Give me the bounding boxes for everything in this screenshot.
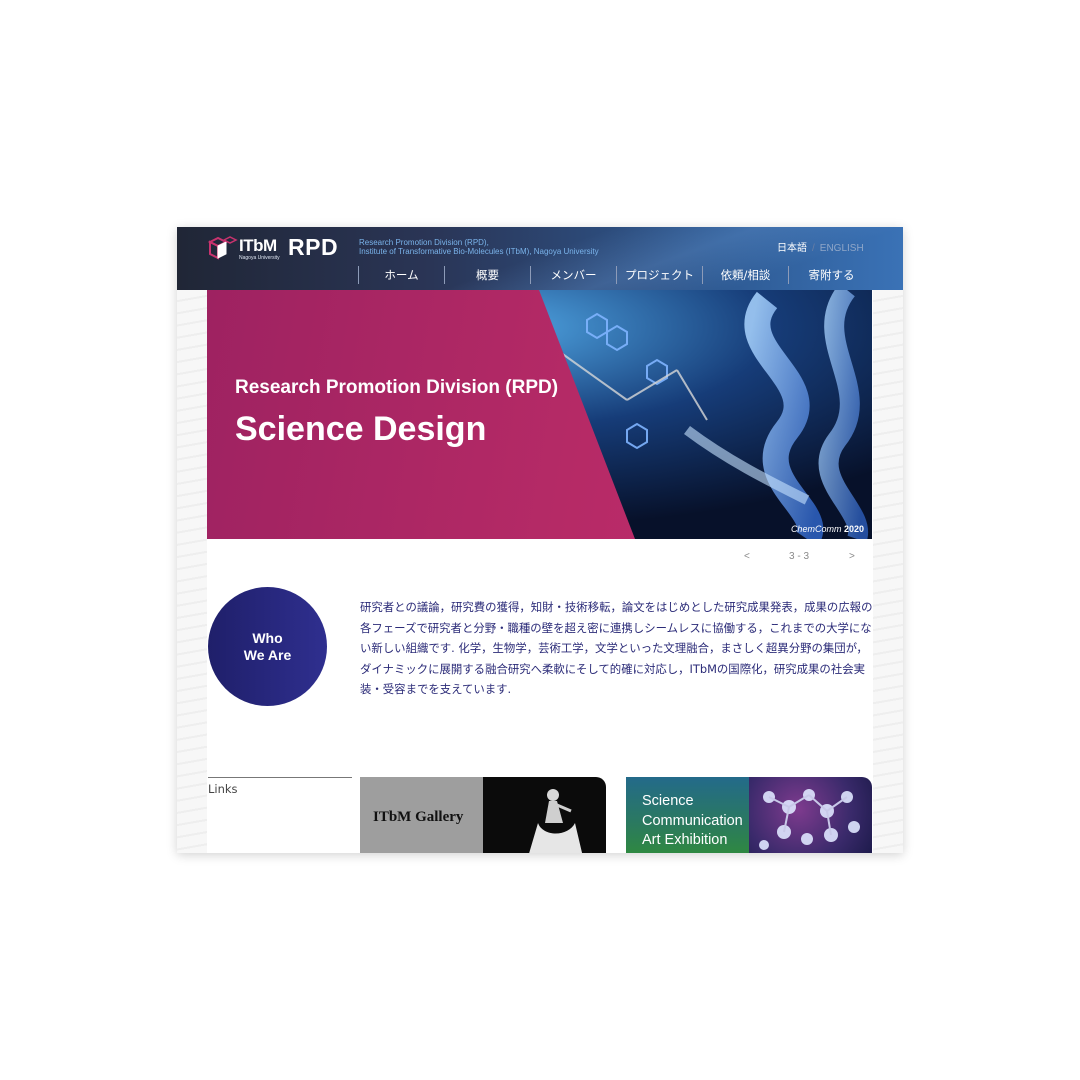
- dancer-image: [529, 789, 583, 853]
- lang-japanese[interactable]: 日本語: [777, 243, 807, 254]
- hero-slider[interactable]: Research Promotion Division (RPD) Scienc…: [207, 290, 872, 539]
- nav-about[interactable]: 概要: [444, 266, 530, 284]
- molecule-spheres-image: [759, 789, 860, 850]
- who-we-are-badge: Who We Are: [208, 587, 327, 706]
- main-nav: ホーム 概要 メンバー プロジェクト 依頼/相談 寄附する: [358, 266, 874, 286]
- links-heading: Links: [208, 782, 238, 796]
- header-subtitle: Research Promotion Division (RPD), Insti…: [359, 238, 599, 256]
- language-switcher: 日本語 / ENGLISH: [777, 239, 864, 254]
- itbm-gallery-link[interactable]: ITbM Gallery: [360, 777, 606, 853]
- rpd-logo[interactable]: RPD: [288, 234, 338, 261]
- links-divider: [208, 777, 352, 778]
- lang-separator: /: [812, 243, 815, 254]
- hero-credit-journal: ChemComm: [790, 524, 842, 534]
- who-line-1: Who: [252, 629, 283, 646]
- sci-card-title: Science Communication Art Exhibition: [642, 792, 743, 851]
- slider-next-button[interactable]: >: [849, 551, 855, 562]
- page-background-left: [177, 290, 207, 853]
- hero-credit-year: 2020: [843, 524, 864, 534]
- slider-prev-button[interactable]: <: [744, 551, 750, 562]
- slider-counter: 3 - 3: [789, 551, 810, 562]
- logo-subtext: Nagoya University: [239, 255, 280, 261]
- hero-title: Science Design: [235, 410, 487, 448]
- itbm-logo-icon[interactable]: [206, 234, 238, 262]
- who-we-are-description: 研究者との議論，研究費の獲得，知財・技術移転，論文をはじめとした研究成果発表，成…: [360, 600, 873, 696]
- nav-consultation[interactable]: 依頼/相談: [702, 266, 788, 284]
- science-communication-exhibition-link[interactable]: Science Communication Art Exhibition: [626, 777, 872, 853]
- hero-subtitle: Research Promotion Division (RPD): [235, 377, 559, 398]
- subtitle-line-2: Institute of Transformative Bio-Molecule…: [359, 247, 599, 256]
- nav-members[interactable]: メンバー: [530, 266, 616, 284]
- subtitle-line-1: Research Promotion Division (RPD),: [359, 238, 489, 247]
- nav-projects[interactable]: プロジェクト: [616, 266, 702, 284]
- sci-card-image: [749, 777, 872, 853]
- lang-english[interactable]: ENGLISH: [820, 243, 864, 254]
- gallery-card-photo: [483, 777, 606, 853]
- page-background-right: [873, 290, 903, 853]
- sci-title-line-3: Art Exhibition: [642, 832, 728, 848]
- hero-credit: ChemComm 2020: [791, 524, 864, 534]
- nav-home[interactable]: ホーム: [358, 266, 444, 284]
- sci-title-line-2: Communication: [642, 812, 743, 829]
- logo-text[interactable]: ITbM: [239, 236, 277, 256]
- site-header: ITbM Nagoya University RPD Research Prom…: [177, 227, 903, 290]
- browser-page: ITbM Nagoya University RPD Research Prom…: [177, 227, 903, 853]
- sci-title-line-1: Science: [642, 793, 694, 809]
- nav-donate[interactable]: 寄附する: [788, 266, 874, 284]
- who-line-2: We Are: [243, 646, 292, 663]
- gallery-card-title: ITbM Gallery: [373, 809, 464, 825]
